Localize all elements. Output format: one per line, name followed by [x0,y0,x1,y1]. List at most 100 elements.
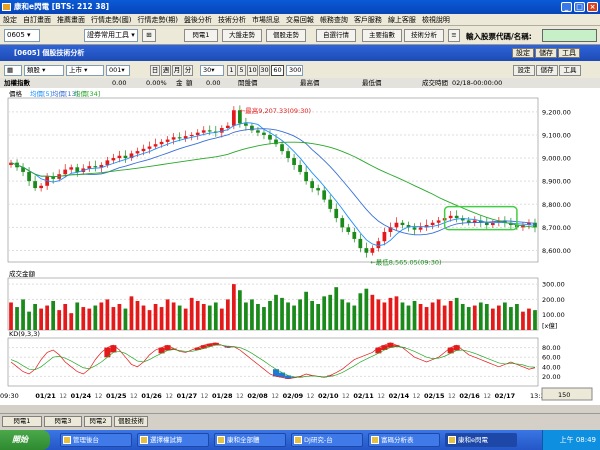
menu-item-7[interactable]: 市場訊息 [249,14,283,26]
volume-bar [195,300,200,330]
flash1-button[interactable]: 閃電1 [184,29,218,42]
menu-item-0[interactable]: 設定 [0,14,20,26]
high-label: 最高價 [300,79,320,87]
volume-bar [87,308,92,330]
watchlist-button[interactable]: 自選行情 [316,29,356,42]
volume-bar [418,304,423,330]
change-percent: 0.00% [146,79,167,87]
period-day-button[interactable]: 日 [150,65,160,76]
volume-bar [111,307,116,330]
ctrl-tools-button[interactable]: 工具 [559,65,581,76]
volume-bar [478,302,483,330]
volume-bar [171,302,176,330]
price-value: 0.00 [112,79,127,87]
candle-body [364,248,369,253]
window-tab-3[interactable]: 個股技術 [114,416,148,427]
volume-bar [225,299,230,330]
candle-body [123,155,128,159]
stock-trend-button[interactable]: 個股走勢 [266,29,306,42]
bar-count-input[interactable]: 300 [286,65,303,76]
volume-bar [346,302,351,330]
index-code-select[interactable]: 001▾ [106,65,130,76]
stock-code-select[interactable]: 0605 ▾ [4,29,40,42]
menu-item-3[interactable]: 行情走勢(國) [88,14,134,26]
candle-body [262,132,266,135]
interval-10-button[interactable]: 10 [247,65,258,76]
candle-body [340,218,345,228]
toolbar: 0605 ▾ 證券常用工具 ▾ ⊞ 閃電1 大盤走勢 個股走勢 自選行情 主要指… [0,26,600,45]
market-trend-button[interactable]: 大盤走勢 [222,29,262,42]
search-label: 輸入股票代碼/名稱: [466,32,532,41]
save-button[interactable]: 儲存 [535,48,557,58]
technical-chart[interactable]: 8,600.00 8,700.00 8,800.00 8,900.00 9,000.00… [0,88,600,405]
settings-button[interactable]: 設定 [512,48,534,58]
market-select[interactable]: 上市 ▾ [66,65,104,76]
menu-item-8[interactable]: 交易回報 [283,14,317,26]
tech-analysis-button[interactable]: 技術分析 [404,29,444,42]
volume-bar [219,308,224,330]
window-tab-0[interactable]: 閃電1 [2,416,42,427]
chart-tool-icon[interactable]: ⊞ [142,29,156,42]
x-tick-label: 02/17 [495,392,515,400]
chart-svg[interactable]: 8,600.00 8,700.00 8,800.00 8,900.00 9,000.00… [0,88,600,405]
start-button[interactable]: 開始 [0,430,50,450]
maximize-button[interactable]: □ [574,2,585,12]
taskbar-item-0[interactable]: 管理後台 [60,433,132,447]
volume-bar [21,299,25,330]
candle-body [376,241,381,249]
interval-60-button[interactable]: 60 [271,65,284,76]
menu-item-1[interactable]: 自訂畫面 [20,14,54,26]
ctrl-settings-button[interactable]: 設定 [513,65,535,76]
menu-item-9[interactable]: 帳務查詢 [317,14,351,26]
toolbar-extra-icon[interactable]: ≡ [448,29,460,42]
minimize-button[interactable]: _ [561,2,572,12]
window-tab-1[interactable]: 閃電3 [44,416,82,427]
x-minor-label: 12 [271,393,279,400]
menu-item-12[interactable]: 檢視說明 [419,14,453,26]
menu-item-4[interactable]: 行情走勢(期) [134,14,180,26]
volume-bar [436,299,441,330]
candle-body [105,160,110,165]
period-month-button[interactable]: 月 [172,65,182,76]
taskbar-item-5[interactable]: 康和e閃電 [445,433,517,447]
price-tick-label: 9,200.00 [542,108,571,116]
candle-body [292,158,296,165]
price-tick-label: 8,800.00 [542,201,571,209]
interval-1-button[interactable]: 1 [227,65,236,76]
taskbar-item-3[interactable]: DJ研究-台 [291,433,363,447]
menu-item-5[interactable]: 盤後分析 [181,14,215,26]
close-button[interactable]: × [587,2,598,12]
volume-bar [370,294,375,330]
volume-bar [340,299,345,330]
taskbar-item-2[interactable]: 康和全部體 [214,433,286,447]
candle-body [231,110,236,126]
major-index-button[interactable]: 主要指數 [362,29,402,42]
x-tick-label: 02/11 [353,392,374,400]
window-tab-2[interactable]: 閃電2 [84,416,112,427]
calendar-icon[interactable]: ▦ [4,65,22,76]
menu-item-10[interactable]: 客戶服務 [351,14,385,26]
candle-body [147,146,152,149]
menu-item-6[interactable]: 技術分析 [215,14,249,26]
stock-search-input[interactable] [542,29,597,42]
taskbar: 開始 上午 08:49 管理後台 選擇權試算 康和全部體 DJ研究-台 富碼分析表 康和e… [0,430,600,450]
candle-body [310,181,315,189]
volume-bar [454,297,459,330]
volume-bar [352,305,357,330]
taskbar-item-1[interactable]: 選擇權試算 [137,433,209,447]
menu-item-11[interactable]: 線上客服 [385,14,419,26]
candle-body [412,227,417,230]
category-select[interactable]: 類股 ▾ [24,65,64,76]
interval-select[interactable]: 30▾ [200,65,224,76]
menu-item-2[interactable]: 推薦畫面 [54,14,88,26]
interval-5-button[interactable]: 5 [237,65,246,76]
taskbar-item-4[interactable]: 富碼分析表 [368,433,440,447]
candle-body [448,215,453,219]
tools-select[interactable]: 證券常用工具 ▾ [84,29,138,42]
interval-30-button[interactable]: 30 [259,65,270,76]
candle-body [454,215,459,219]
period-minute-button[interactable]: 分 [183,65,193,76]
period-week-button[interactable]: 週 [161,65,171,76]
ctrl-save-button[interactable]: 儲存 [536,65,558,76]
tools-button[interactable]: 工具 [558,48,580,58]
